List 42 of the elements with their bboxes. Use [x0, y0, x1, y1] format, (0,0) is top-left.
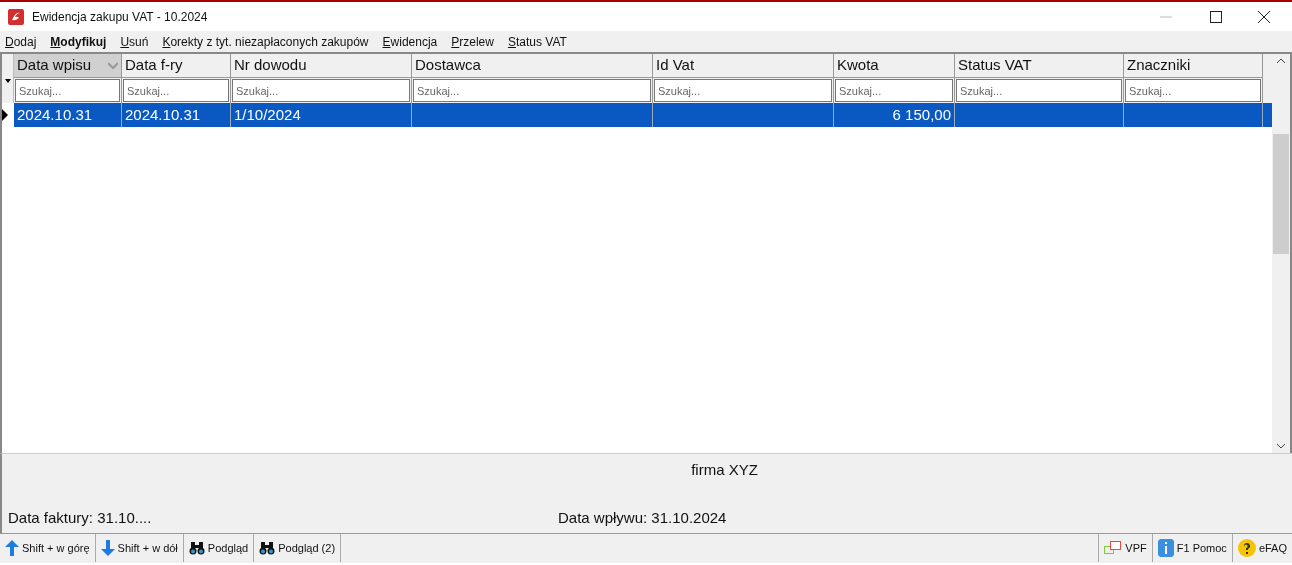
sort-chevron-icon [108, 61, 118, 70]
menu-item[interactable]: Dodaj [5, 32, 37, 51]
receipt-date: Data wpływu: 31.10.2024 [558, 507, 727, 528]
menu-item[interactable]: Status VAT [507, 32, 567, 51]
close-icon[interactable] [1258, 10, 1270, 23]
monitors-icon [1104, 541, 1123, 555]
binoculars-icon [188, 541, 205, 555]
search-field[interactable]: Szukaj... [956, 79, 1122, 102]
search-field[interactable]: Szukaj... [123, 79, 229, 102]
search-field[interactable]: Szukaj... [654, 79, 832, 102]
column-header[interactable]: Data wpisu [14, 54, 121, 78]
invoice-date: Data faktury: 31.10.... [8, 507, 153, 528]
current-row-icon [2, 109, 8, 121]
company-name: firma XYZ [691, 460, 758, 480]
scroll-thumb[interactable] [1273, 133, 1289, 254]
menu-item[interactable]: Przelew [451, 32, 494, 51]
menu-item[interactable]: Ewidencja [382, 32, 438, 51]
maximize-icon[interactable] [1210, 10, 1222, 23]
down-arrow-icon [100, 540, 115, 556]
window-title: Ewidencja zakupu VAT - 10.2024 [32, 8, 208, 26]
search-field[interactable]: Szukaj... [232, 79, 410, 102]
search-field[interactable]: Szukaj... [1125, 79, 1261, 102]
search-field[interactable]: Szukaj... [835, 79, 953, 102]
scroll-down-icon[interactable] [1277, 444, 1285, 449]
info-icon [1157, 539, 1174, 557]
menu-item[interactable]: Usuń [120, 32, 149, 51]
table-cell-text: 6 150,00 [892, 104, 951, 125]
menu-item[interactable]: Modyfikuj [50, 32, 107, 51]
scrollbar[interactable] [1272, 54, 1290, 453]
menu-item[interactable]: Korekty z tyt. niezapłaconych zakupów [162, 32, 369, 51]
search-field[interactable]: Szukaj... [413, 79, 651, 102]
table-row[interactable]: 2024.10.31 2024.10.31 1/10/2024 6 150,00 [2, 103, 1272, 127]
help-icon [1237, 539, 1256, 557]
table-cell-text: 2024.10.31 [125, 104, 201, 125]
dropdown-caret-icon[interactable] [4, 79, 11, 83]
app-icon [8, 8, 24, 25]
search-field[interactable]: Szukaj... [15, 79, 120, 102]
binoculars-icon [259, 541, 276, 555]
table-cell-text: 2024.10.31 [17, 104, 93, 125]
table-cell-text: 1/10/2024 [234, 104, 301, 125]
up-arrow-icon [5, 540, 19, 556]
scroll-up-icon[interactable] [1277, 58, 1285, 63]
